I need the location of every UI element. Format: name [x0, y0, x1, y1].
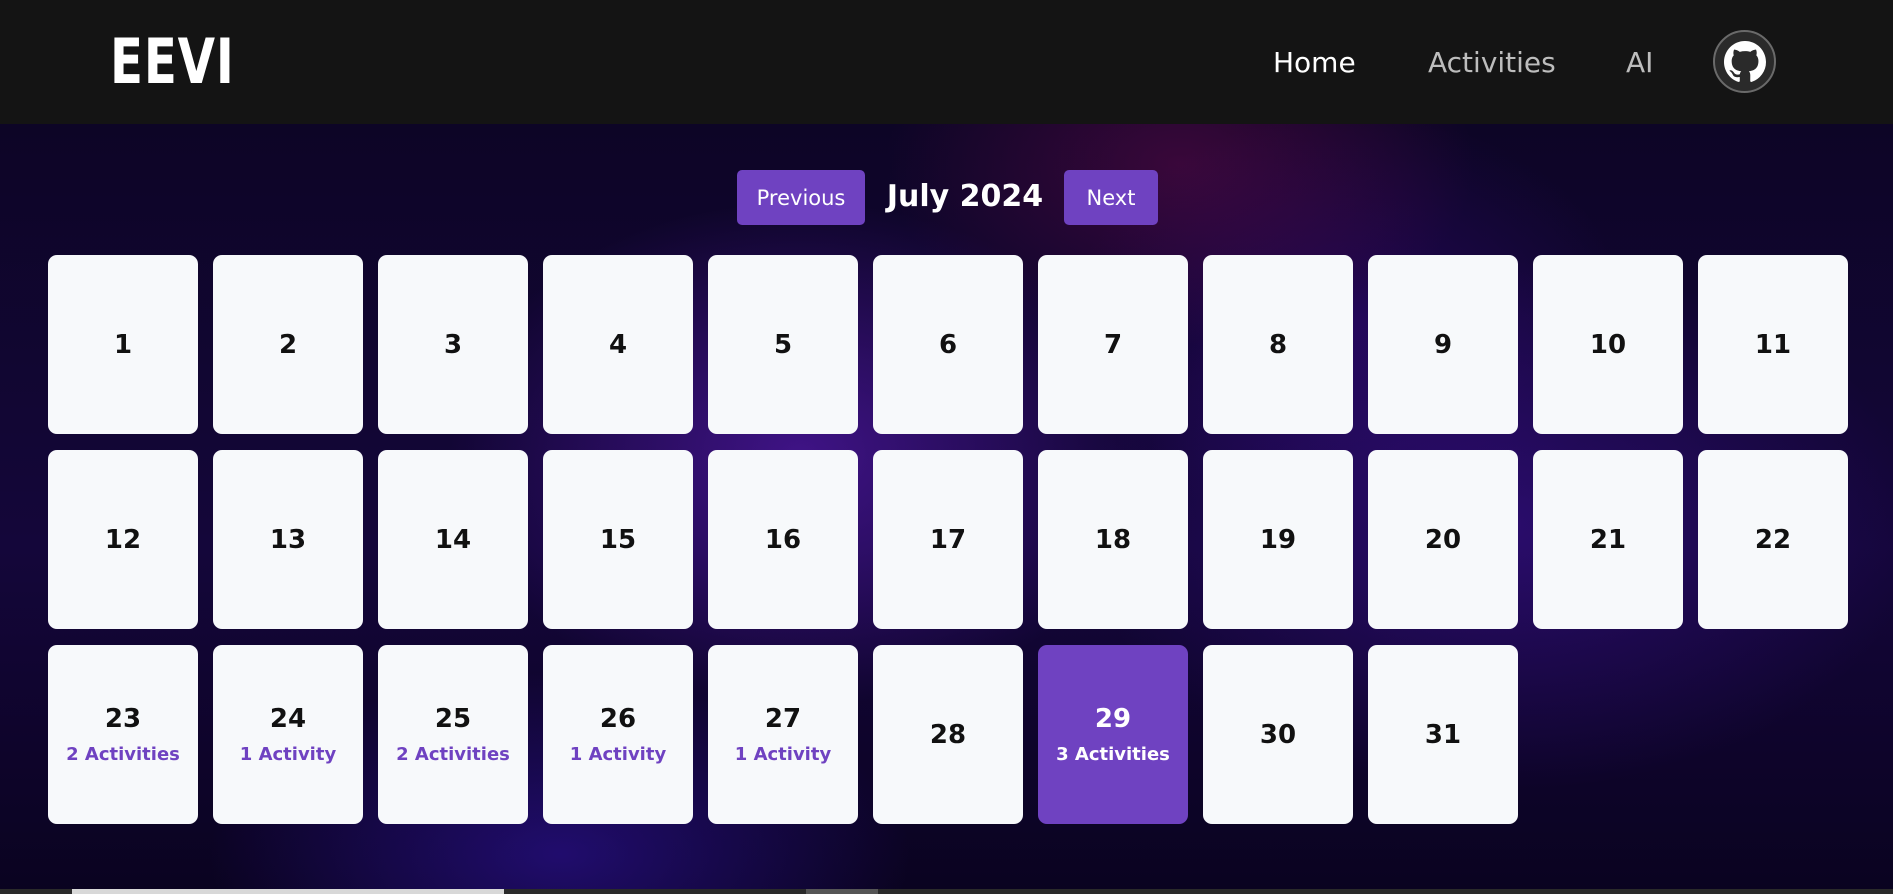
day-number: 25	[434, 703, 472, 734]
day-card-5[interactable]: 5	[708, 255, 858, 434]
day-number: 9	[1433, 329, 1453, 360]
day-card-30[interactable]: 30	[1203, 645, 1353, 824]
nav-home-link[interactable]: Home	[1273, 46, 1356, 80]
day-number: 19	[1259, 524, 1297, 555]
day-number: 18	[1094, 524, 1132, 555]
day-activity-count: 1 Activity	[569, 743, 667, 765]
day-card-23[interactable]: 23 2 Activities	[48, 645, 198, 824]
day-number: 6	[938, 329, 958, 360]
day-activity-count: 2 Activities	[396, 743, 510, 765]
day-activity-count: 3 Activities	[1056, 743, 1170, 765]
day-number: 4	[608, 329, 628, 360]
day-number: 28	[929, 719, 967, 750]
day-card-17[interactable]: 17	[873, 450, 1023, 629]
day-number: 7	[1103, 329, 1123, 360]
day-number: 22	[1754, 524, 1792, 555]
github-icon	[1723, 40, 1766, 82]
day-card-3[interactable]: 3	[378, 255, 528, 434]
day-number: 13	[269, 524, 307, 555]
day-number: 16	[764, 524, 802, 555]
day-number: 27	[764, 703, 802, 734]
day-card-11[interactable]: 11	[1698, 255, 1848, 434]
day-card-7[interactable]: 7	[1038, 255, 1188, 434]
day-number: 8	[1268, 329, 1288, 360]
day-number: 17	[929, 524, 967, 555]
day-card-8[interactable]: 8	[1203, 255, 1353, 434]
day-number: 12	[104, 524, 142, 555]
day-number: 29	[1094, 703, 1132, 734]
day-number: 24	[269, 703, 307, 734]
day-card-19[interactable]: 19	[1203, 450, 1353, 629]
day-card-13[interactable]: 13	[213, 450, 363, 629]
day-number: 5	[773, 329, 793, 360]
day-card-22[interactable]: 22	[1698, 450, 1848, 629]
day-number: 30	[1259, 719, 1297, 750]
day-number: 31	[1424, 719, 1462, 750]
github-button[interactable]	[1713, 30, 1776, 93]
day-card-27[interactable]: 27 1 Activity	[708, 645, 858, 824]
day-card-29[interactable]: 29 3 Activities	[1038, 645, 1188, 824]
day-number: 23	[104, 703, 142, 734]
logo[interactable]: EEVI	[110, 30, 235, 94]
day-number: 10	[1589, 329, 1627, 360]
day-card-6[interactable]: 6	[873, 255, 1023, 434]
day-activity-count: 1 Activity	[734, 743, 832, 765]
day-card-24[interactable]: 24 1 Activity	[213, 645, 363, 824]
day-number: 3	[443, 329, 463, 360]
day-card-12[interactable]: 12	[48, 450, 198, 629]
day-number: 11	[1754, 329, 1792, 360]
day-card-31[interactable]: 31	[1368, 645, 1518, 824]
day-number: 2	[278, 329, 298, 360]
nav-activities-link[interactable]: Activities	[1428, 46, 1556, 80]
nav-ai-link[interactable]: AI	[1626, 46, 1653, 80]
day-number: 20	[1424, 524, 1462, 555]
day-card-1[interactable]: 1	[48, 255, 198, 434]
previous-month-button[interactable]: Previous	[737, 170, 865, 225]
day-card-21[interactable]: 21	[1533, 450, 1683, 629]
day-card-26[interactable]: 26 1 Activity	[543, 645, 693, 824]
day-card-2[interactable]: 2	[213, 255, 363, 434]
next-month-button[interactable]: Next	[1064, 170, 1158, 225]
day-activity-count: 1 Activity	[239, 743, 337, 765]
day-number: 1	[113, 329, 133, 360]
scrollbar-marker	[806, 889, 878, 894]
day-card-16[interactable]: 16	[708, 450, 858, 629]
day-number: 15	[599, 524, 637, 555]
day-card-14[interactable]: 14	[378, 450, 528, 629]
day-card-4[interactable]: 4	[543, 255, 693, 434]
day-number: 26	[599, 703, 637, 734]
day-card-15[interactable]: 15	[543, 450, 693, 629]
day-card-28[interactable]: 28	[873, 645, 1023, 824]
day-activity-count: 2 Activities	[66, 743, 180, 765]
day-card-20[interactable]: 20	[1368, 450, 1518, 629]
day-card-10[interactable]: 10	[1533, 255, 1683, 434]
day-card-9[interactable]: 9	[1368, 255, 1518, 434]
scrollbar-thumb[interactable]	[72, 889, 504, 894]
month-title: July 2024	[886, 179, 1044, 214]
navbar: EEVI Home Activities AI	[0, 0, 1893, 124]
day-card-25[interactable]: 25 2 Activities	[378, 645, 528, 824]
day-card-18[interactable]: 18	[1038, 450, 1188, 629]
day-number: 21	[1589, 524, 1627, 555]
day-number: 14	[434, 524, 472, 555]
